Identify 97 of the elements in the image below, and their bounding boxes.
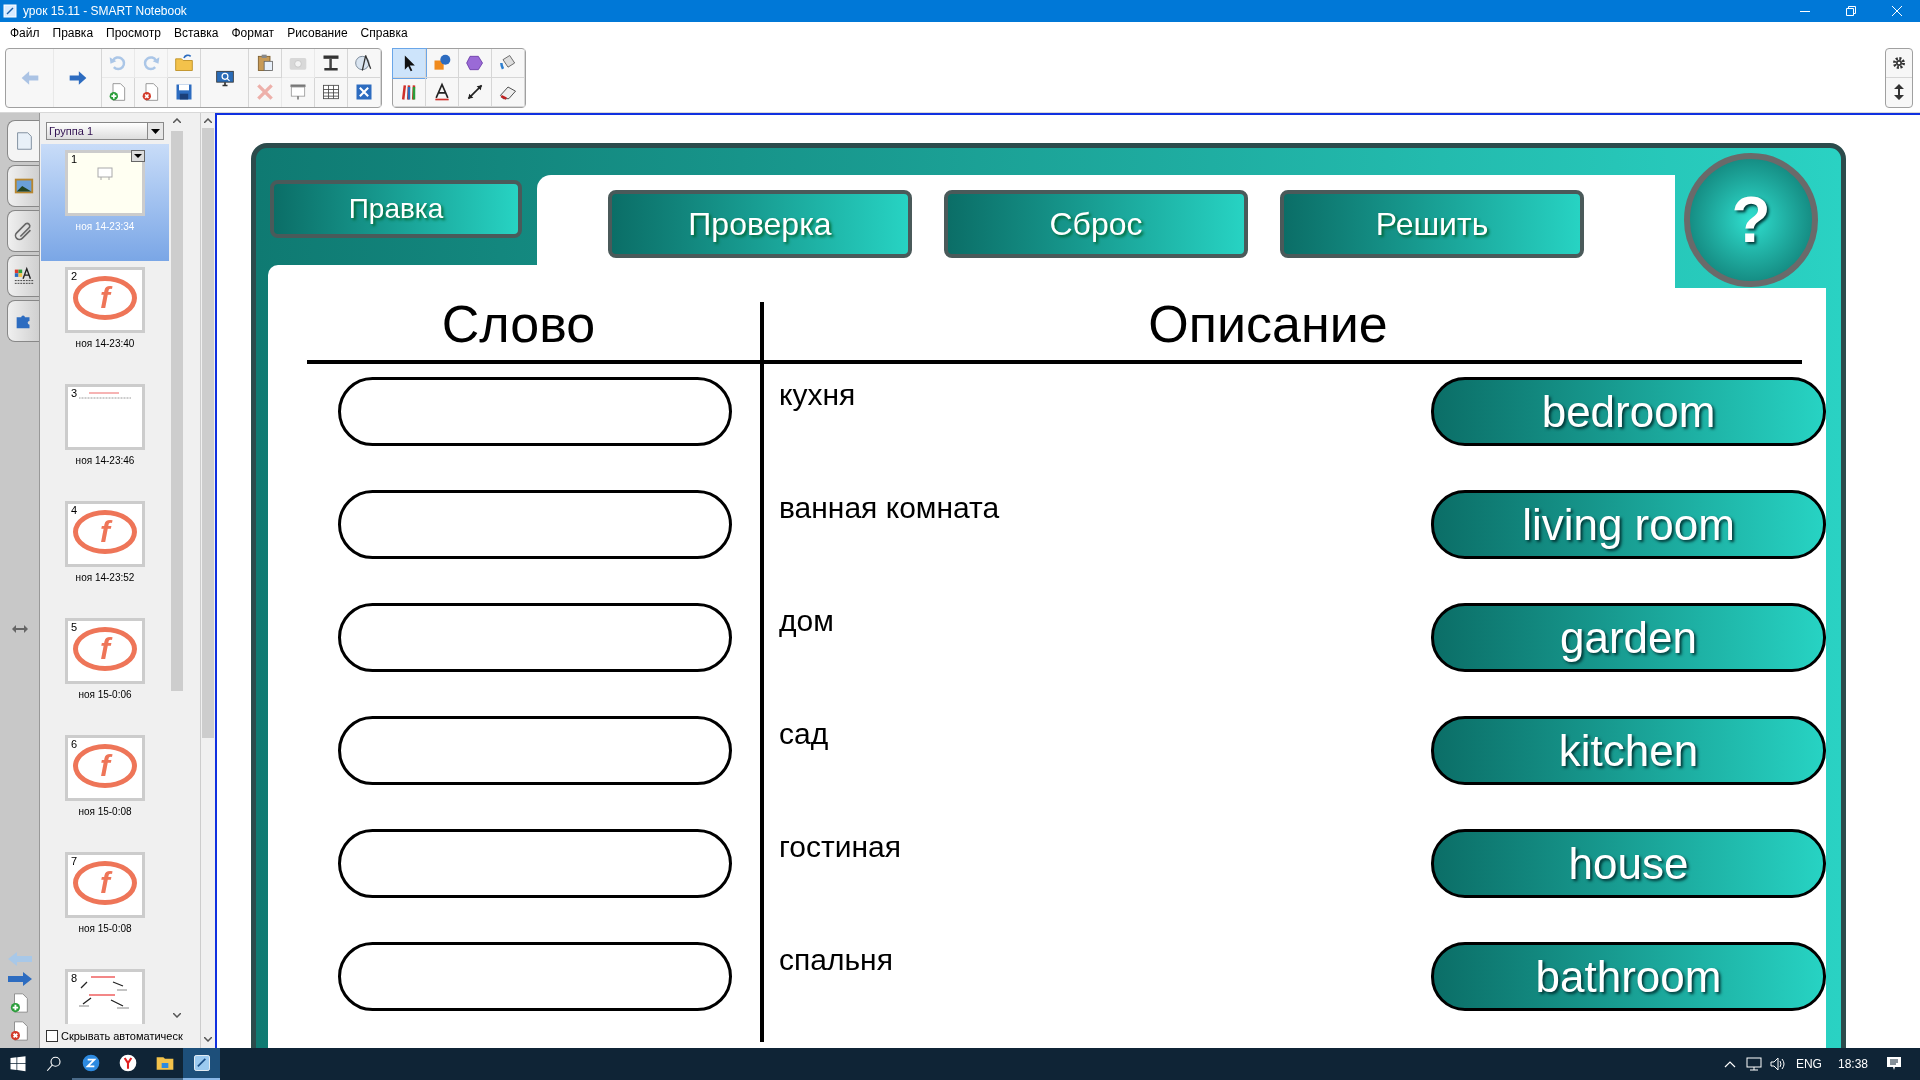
side-tab[interactable] xyxy=(7,255,39,297)
word-description: ванная комната xyxy=(779,493,1000,523)
side-tab[interactable] xyxy=(7,300,39,342)
taskbar-app[interactable] xyxy=(183,1048,220,1080)
word-description: кухня xyxy=(779,380,856,410)
group-dropdown[interactable]: Группа 1 xyxy=(46,122,164,140)
chevron-up-icon xyxy=(1723,1060,1736,1068)
document-camera-button[interactable] xyxy=(315,48,348,78)
fullscreen-icon xyxy=(354,82,374,102)
scroll-up-icon xyxy=(173,118,181,123)
delete-page-icon xyxy=(8,1020,31,1042)
add-page-icon xyxy=(108,82,128,102)
column-header: Описание xyxy=(1148,298,1388,350)
whiteboard-icon xyxy=(96,167,114,181)
word-description: спальня xyxy=(779,945,893,975)
word-tile[interactable]: living room xyxy=(1431,490,1826,559)
menu-item[interactable]: Рисование xyxy=(281,23,354,42)
text-tool[interactable] xyxy=(426,77,459,107)
compass-icon xyxy=(354,52,374,73)
menu-item[interactable]: Формат xyxy=(225,23,281,42)
measure-tools-button[interactable] xyxy=(348,48,381,78)
network-icon xyxy=(1745,1057,1762,1071)
volume-icon xyxy=(1769,1057,1786,1071)
page-thumbnail[interactable]: 5 f ноя 15-0:06 xyxy=(41,612,169,729)
table-icon xyxy=(321,82,341,102)
settings-icon xyxy=(1892,55,1906,70)
scroll-thumb[interactable] xyxy=(171,131,183,691)
shapes-tool[interactable] xyxy=(426,48,459,78)
dropdown-arrow-icon xyxy=(134,154,142,158)
lines-tool[interactable] xyxy=(459,77,492,107)
page-time: ноя 15-0:08 xyxy=(78,922,132,936)
autohide-label: Скрывать автоматическ xyxy=(61,1028,183,1044)
side-tab[interactable] xyxy=(7,165,39,207)
resize-arrows-icon xyxy=(11,625,28,633)
word-description: гостиная xyxy=(779,832,901,862)
screen-shade-icon xyxy=(288,82,308,102)
select-tool[interactable] xyxy=(393,48,426,78)
page-thumbnail[interactable]: 2 f ноя 14-23:40 xyxy=(41,261,169,378)
page-time: ноя 15-0:08 xyxy=(78,805,132,819)
close-icon xyxy=(1892,6,1902,16)
notebook-icon xyxy=(191,1053,212,1073)
scroll-thumb[interactable] xyxy=(202,128,214,738)
scroll-down-icon xyxy=(204,1037,212,1042)
text-tool-icon xyxy=(432,81,452,102)
delete-page-icon xyxy=(141,82,161,102)
clock[interactable]: 18:38 xyxy=(1837,1055,1868,1073)
language-indicator[interactable]: ENG xyxy=(1795,1055,1822,1073)
page-number: 3 xyxy=(71,388,78,399)
page-time: ноя 14-23:34 xyxy=(75,220,135,234)
folder-icon xyxy=(174,52,194,73)
paste-button[interactable] xyxy=(249,48,282,78)
page-menu-button[interactable] xyxy=(131,150,145,162)
letter-circle-icon xyxy=(80,1053,101,1073)
page-time: ноя 14-23:52 xyxy=(75,571,135,585)
up-down-arrow-icon xyxy=(1894,84,1904,100)
browser-circle-icon xyxy=(117,1053,138,1073)
page-thumbnail[interactable]: 4 f ноя 14-23:52 xyxy=(41,495,169,612)
shapes-icon xyxy=(432,52,452,73)
regular-polygon-tool[interactable] xyxy=(459,48,492,78)
scrollbar[interactable] xyxy=(200,113,215,1048)
delete-icon xyxy=(255,82,275,102)
clipboard-icon xyxy=(255,52,275,73)
menu-item[interactable]: Файл xyxy=(4,23,46,42)
page-number: 8 xyxy=(71,973,78,984)
word-description: сад xyxy=(779,719,829,749)
add-page-icon xyxy=(8,992,31,1014)
page-thumbnail[interactable]: 3 ноя 14-23:46 xyxy=(41,378,169,495)
page-time: ноя 14-23:40 xyxy=(75,337,135,351)
arrow-left-icon xyxy=(7,952,32,966)
page-thumbnail[interactable]: 6 f ноя 15-0:08 xyxy=(41,729,169,846)
page-time: ноя 15-0:06 xyxy=(78,688,132,702)
search-icon xyxy=(45,1055,63,1073)
scroll-down-icon xyxy=(173,1013,181,1018)
notebook-icon xyxy=(3,4,17,18)
notification-icon xyxy=(1886,1056,1902,1072)
windows-logo-icon xyxy=(9,1055,27,1073)
menu-item[interactable]: Справка xyxy=(354,23,414,42)
page-thumbnail[interactable]: 7 f ноя 15-0:08 xyxy=(41,846,169,963)
menu-item[interactable]: Вставка xyxy=(167,23,225,42)
properties-icon xyxy=(12,265,35,287)
restore-icon xyxy=(1846,6,1856,16)
minimize-icon xyxy=(1800,10,1810,12)
autohide-checkbox[interactable] xyxy=(46,1030,58,1042)
scroll-up-icon xyxy=(204,118,212,123)
menu-item[interactable]: Просмотр xyxy=(100,23,167,42)
column-header: Слово xyxy=(441,298,596,350)
window-title: урок 15.11 - SMART Notebook xyxy=(23,3,187,20)
side-tab[interactable] xyxy=(7,210,39,252)
page-thumbnail[interactable]: 1 ноя 14-23:34 xyxy=(41,144,169,261)
page-number: 1 xyxy=(71,154,78,165)
pens-tool[interactable] xyxy=(393,77,426,107)
eraser-tool[interactable] xyxy=(492,77,525,107)
menu-item[interactable]: Правка xyxy=(46,23,100,42)
word-description: дом xyxy=(779,606,834,636)
dropdown-arrow-icon xyxy=(151,128,160,134)
page-time: ноя 14-23:46 xyxy=(75,454,135,468)
arrow-right-icon xyxy=(7,972,32,986)
